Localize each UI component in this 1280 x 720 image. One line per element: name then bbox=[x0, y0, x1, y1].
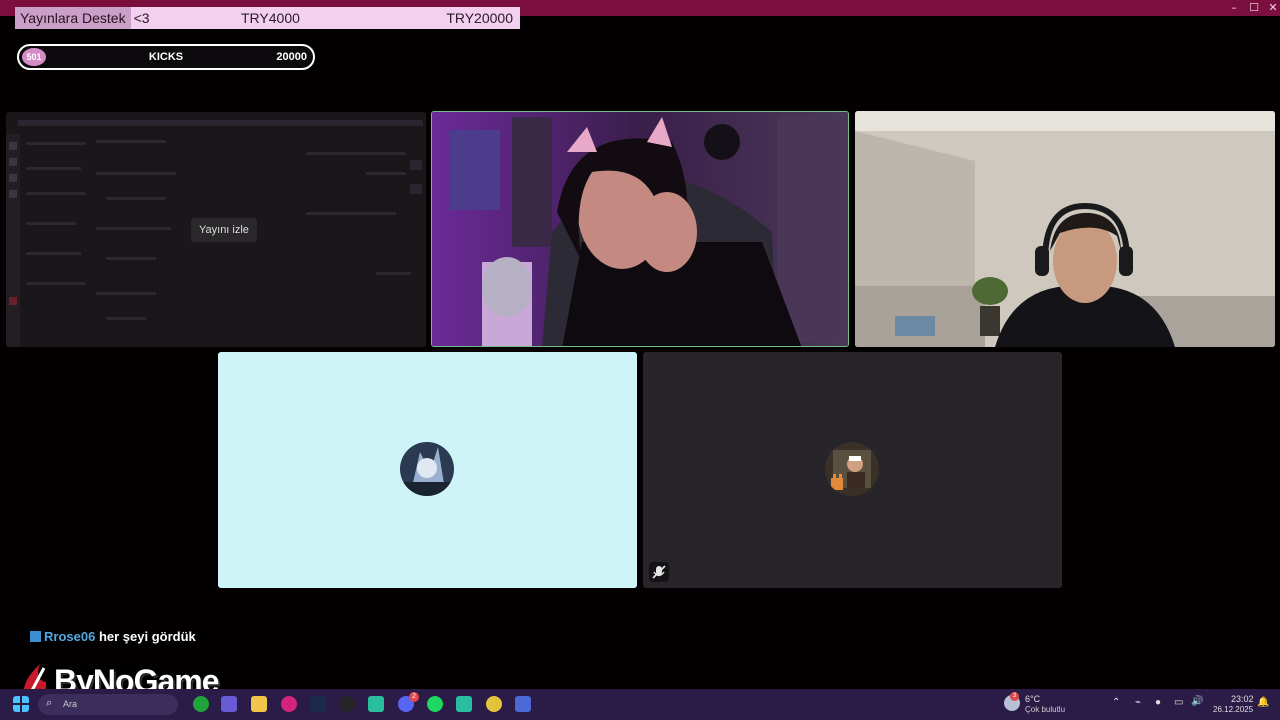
windows-start-icon[interactable] bbox=[13, 696, 29, 712]
opera-gx-icon[interactable] bbox=[281, 696, 297, 712]
chat-text: her şeyi gördük bbox=[98, 629, 196, 644]
webcam-tile-guest[interactable] bbox=[855, 111, 1275, 347]
file-explorer-icon[interactable] bbox=[251, 696, 267, 712]
chevron-up-icon[interactable]: ⌃ bbox=[1112, 697, 1120, 708]
copilot-icon[interactable] bbox=[221, 696, 237, 712]
user-badge-icon bbox=[30, 631, 41, 642]
weather-desc: Çok bulutlu bbox=[1025, 705, 1066, 714]
spotify-icon[interactable] bbox=[427, 696, 443, 712]
chat-username: Rrose06 bbox=[44, 629, 96, 644]
participant-tile-avatar[interactable] bbox=[218, 352, 637, 588]
steam-icon[interactable] bbox=[310, 696, 326, 712]
webcam-video bbox=[855, 111, 1275, 347]
obs-icon[interactable] bbox=[339, 696, 355, 712]
weather-icon[interactable]: 3 bbox=[1004, 692, 1020, 711]
notification-icon[interactable]: 🔔 bbox=[1257, 697, 1269, 708]
watch-stream-button[interactable]: Yayını izle bbox=[191, 218, 257, 242]
clock-date[interactable]: 26.12.2025 bbox=[1213, 705, 1253, 714]
app-icon-2[interactable] bbox=[456, 696, 472, 712]
close-button[interactable]: ✕ bbox=[1261, 0, 1280, 16]
kicks-label: KICKS bbox=[148, 51, 184, 63]
webcam-tile-streamer[interactable] bbox=[431, 111, 849, 347]
donation-goal-bar: Yayınlara Destek <3 TRY4000 TRY20000 bbox=[15, 7, 520, 29]
network-icon[interactable]: ⌁ bbox=[1135, 697, 1141, 708]
search-label: Ara bbox=[63, 699, 78, 709]
search-icon: ⌕ bbox=[46, 697, 53, 709]
chrome-icon[interactable] bbox=[486, 696, 502, 712]
donation-label: Yayınlara Destek bbox=[15, 7, 131, 29]
mute-icon bbox=[649, 562, 669, 582]
participant-avatar bbox=[400, 442, 454, 496]
participant-tile-muted[interactable] bbox=[643, 352, 1062, 588]
app-icon[interactable] bbox=[368, 696, 384, 712]
taskbar: ⌕ Ara 2 3 6°C Çok bulutlu ⌃ ⌁ ● ▭ 🔊 23:0… bbox=[0, 689, 1280, 720]
microphone-icon[interactable]: ● bbox=[1155, 697, 1161, 708]
donation-current: TRY4000 bbox=[241, 10, 300, 26]
webcam-video bbox=[432, 112, 848, 346]
kicks-target: 20000 bbox=[276, 51, 307, 63]
discord-icon[interactable]: 2 bbox=[398, 692, 419, 712]
participant-avatar bbox=[825, 442, 879, 496]
kicks-goal-bar: 501 KICKS 20000 bbox=[17, 44, 315, 70]
screen-share-tile[interactable]: Yayını izle bbox=[6, 112, 426, 347]
weather-badge: 3 bbox=[1010, 692, 1019, 701]
weather-temp: 6°C bbox=[1025, 694, 1041, 704]
chat-message: Rrose06 her şeyi gördük bbox=[30, 629, 196, 644]
xbox-icon[interactable] bbox=[193, 696, 209, 712]
donation-goal: TRY20000 bbox=[446, 10, 513, 26]
display-icon[interactable]: ▭ bbox=[1174, 697, 1183, 708]
donation-heart: <3 bbox=[133, 10, 150, 26]
app-icon-3[interactable] bbox=[515, 696, 531, 712]
clock-time[interactable]: 23:02 bbox=[1231, 694, 1254, 704]
discord-badge: 2 bbox=[409, 692, 419, 702]
taskbar-search[interactable]: ⌕ Ara bbox=[38, 694, 178, 715]
volume-icon[interactable]: 🔊 bbox=[1191, 696, 1203, 707]
